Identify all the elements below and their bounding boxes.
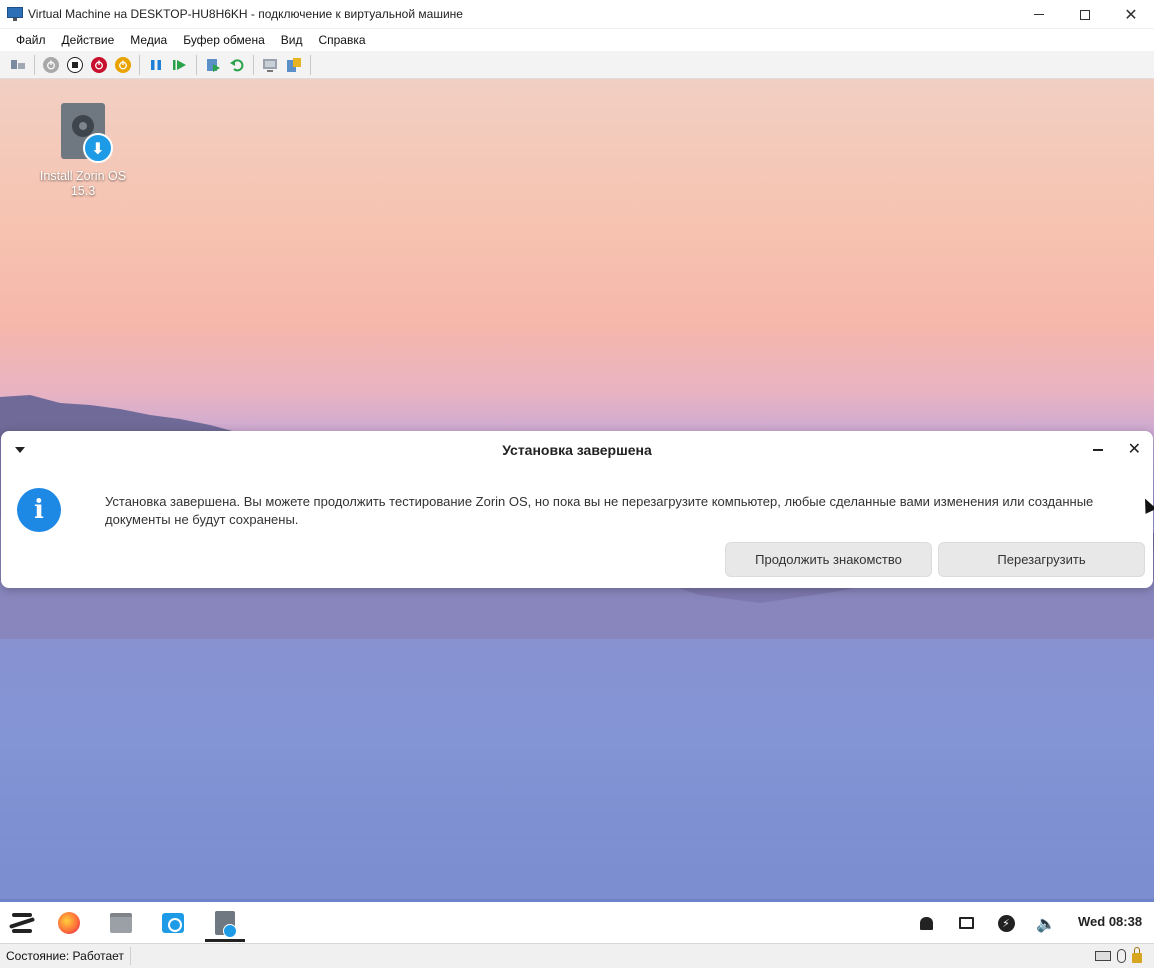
shutdown-icon[interactable]	[91, 56, 107, 73]
desktop-icon-install-zorin[interactable]: ⬇ Install Zorin OS 15.3	[28, 103, 138, 199]
dialog-minimize-icon[interactable]	[1093, 449, 1103, 451]
menu-help[interactable]: Справка	[310, 33, 373, 47]
ctrl-alt-del-icon[interactable]	[10, 57, 26, 73]
dialog-message: Установка завершена. Вы можете продолжит…	[105, 494, 1094, 527]
window-title: Virtual Machine на DESKTOP-HU8H6KH - под…	[28, 7, 463, 21]
vm-connection-icon	[7, 7, 23, 21]
screen-icon	[958, 917, 974, 929]
menu-view[interactable]: Вид	[273, 33, 311, 47]
menu-media[interactable]: Медиа	[122, 33, 175, 47]
installer-taskbar-item[interactable]	[205, 902, 245, 943]
maximize-icon	[1080, 9, 1090, 20]
start-icon[interactable]	[43, 56, 59, 73]
close-icon: ✕	[1124, 4, 1138, 24]
window-titlebar: Virtual Machine на DESKTOP-HU8H6KH - под…	[0, 0, 1154, 29]
toolbar-separator	[196, 54, 197, 75]
toolbar	[0, 51, 1154, 79]
continue-testing-button[interactable]: Продолжить знакомство	[725, 542, 932, 577]
status-icons	[1095, 947, 1142, 963]
files-launcher[interactable]	[106, 902, 136, 943]
lightning-icon: ⚡	[997, 914, 1015, 932]
info-icon: i	[17, 488, 61, 532]
firefox-launcher[interactable]	[54, 902, 84, 943]
install-disk-icon: ⬇	[61, 103, 113, 163]
share-icon[interactable]	[286, 57, 302, 73]
menu-action[interactable]: Действие	[54, 33, 123, 47]
status-bar: Состояние: Работает	[0, 943, 1154, 968]
resume-icon[interactable]	[172, 57, 188, 73]
toolbar-separator	[139, 54, 140, 75]
installation-complete-dialog: Установка завершена ✕ i Установка заверш…	[1, 431, 1153, 588]
zorin-logo-icon	[9, 912, 35, 934]
keyboard-icon	[1095, 951, 1111, 961]
folder-icon	[110, 912, 132, 933]
toolbar-separator	[310, 54, 311, 75]
software-store-launcher[interactable]	[158, 902, 188, 943]
maximize-button[interactable]	[1062, 0, 1108, 29]
dialog-close-icon[interactable]: ✕	[1128, 439, 1141, 458]
software-store-icon	[162, 912, 184, 933]
menu-file[interactable]: Файл	[8, 33, 54, 47]
toolbar-separator	[253, 54, 254, 75]
toolbar-separator	[34, 54, 35, 75]
vm-screen[interactable]: ⬇ Install Zorin OS 15.3 Установка заверш…	[0, 79, 1154, 902]
firefox-icon	[58, 911, 80, 934]
enhanced-session-icon[interactable]	[262, 57, 278, 73]
display-button[interactable]	[957, 914, 975, 932]
menu-bar: Файл Действие Медиа Буфер обмена Вид Спр…	[0, 29, 1154, 51]
power-button[interactable]: ⚡	[997, 914, 1015, 932]
download-badge-icon: ⬇	[83, 133, 113, 163]
revert-icon[interactable]	[229, 57, 245, 73]
bell-icon	[919, 916, 933, 930]
mouse-icon	[1117, 949, 1126, 963]
volume-button[interactable]: 🔈	[1036, 913, 1056, 933]
pause-icon[interactable]	[148, 57, 164, 73]
desktop-icon-label: Install Zorin OS 15.3	[39, 169, 127, 198]
restart-button[interactable]: Перезагрузить	[938, 542, 1145, 577]
notifications-button[interactable]	[917, 914, 935, 932]
minimize-button[interactable]	[1016, 0, 1062, 29]
turn-off-icon[interactable]	[67, 56, 83, 73]
wallpaper-fog	[0, 619, 1154, 899]
taskbar: ⚡ 🔈 Wed 08:38	[0, 902, 1154, 943]
checkpoint-icon[interactable]	[205, 57, 221, 73]
dialog-header: Установка завершена ✕	[1, 431, 1153, 469]
close-window-button[interactable]: ✕	[1108, 0, 1154, 29]
save-icon[interactable]	[115, 56, 131, 73]
installer-icon	[215, 910, 237, 938]
speaker-icon: 🔈	[1036, 913, 1056, 933]
menu-clipboard[interactable]: Буфер обмена	[175, 33, 273, 47]
zorin-menu-button[interactable]	[6, 902, 38, 943]
lock-icon	[1132, 947, 1142, 963]
dialog-title: Установка завершена	[502, 442, 652, 458]
minimize-icon	[1034, 14, 1044, 15]
active-indicator	[205, 939, 245, 942]
vm-status: Состояние: Работает	[0, 947, 131, 965]
clock[interactable]: Wed 08:38	[1078, 914, 1142, 929]
